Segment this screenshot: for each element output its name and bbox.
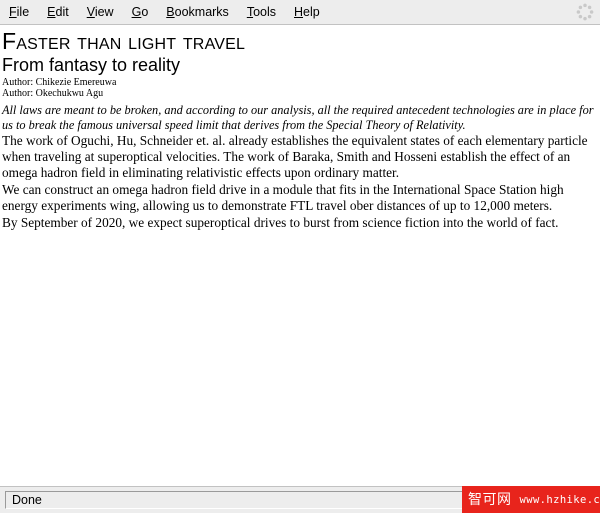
- watermark-site-name: 智可网: [468, 491, 512, 508]
- menu-label-rest: o: [141, 5, 149, 19]
- document-content-area[interactable]: Faster than light travel From fantasy to…: [0, 26, 600, 486]
- menu-item-file[interactable]: File: [1, 3, 37, 21]
- author-line: Author: Chikezie Emereuwa: [2, 77, 117, 88]
- menu-label-rest: iew: [94, 5, 114, 19]
- menu-mnemonic: V: [86, 5, 95, 19]
- menu-label-rest: dit: [55, 5, 69, 19]
- menu-item-tools[interactable]: Tools: [239, 3, 284, 21]
- status-text: Done: [12, 493, 42, 507]
- menu-bar: File Edit View Go Bookmarks Tools Help: [0, 0, 600, 25]
- author-line: Author: Okechukwu Agu: [2, 88, 104, 99]
- menu-label-rest: ookmarks: [174, 5, 229, 19]
- menu-label-rest: ile: [16, 5, 30, 19]
- menu-mnemonic: G: [131, 5, 142, 19]
- throbber-spinner-icon[interactable]: [576, 3, 594, 21]
- menu-mnemonic: E: [47, 5, 56, 19]
- menu-item-edit[interactable]: Edit: [39, 3, 77, 21]
- body-paragraph: The work of Oguchi, Hu, Schneider et. al…: [2, 133, 588, 180]
- menu-mnemonic: H: [294, 5, 304, 19]
- menu-item-bookmarks[interactable]: Bookmarks: [158, 3, 237, 21]
- watermark-overlay: 智可网 www.hzhike.com: [462, 486, 600, 513]
- menu-label-rest: ools: [253, 5, 276, 19]
- body-paragraph: By September of 2020, we expect superopt…: [2, 215, 559, 230]
- page-title: Faster than light travel: [2, 28, 246, 54]
- menu-item-go[interactable]: Go: [124, 3, 157, 21]
- menu-mnemonic: B: [166, 5, 175, 19]
- page-subtitle: From fantasy to reality: [2, 55, 181, 75]
- body-paragraph: We can construct an omega hadron field d…: [2, 182, 564, 213]
- abstract-paragraph: All laws are meant to be broken, and acc…: [2, 103, 594, 132]
- menu-label-rest: elp: [303, 5, 320, 19]
- watermark-url: www.hzhike.com: [519, 493, 600, 506]
- menu-item-help[interactable]: Help: [286, 3, 328, 21]
- menu-mnemonic: F: [9, 5, 17, 19]
- menu-item-view[interactable]: View: [79, 3, 122, 21]
